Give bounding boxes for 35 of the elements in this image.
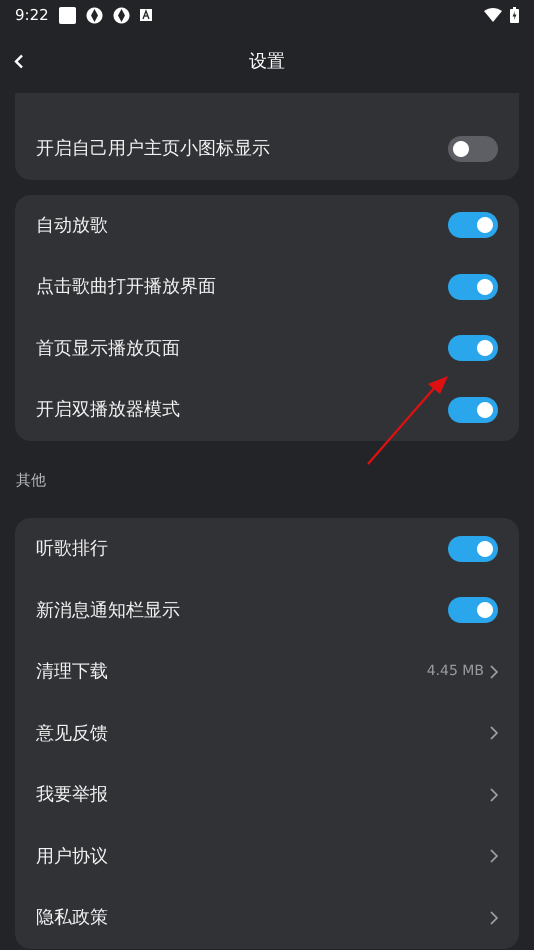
chevron-right-icon[interactable] (490, 726, 498, 740)
setting-label: 首页显示播放页面 (36, 336, 180, 361)
setting-label: 听歌排行 (36, 537, 108, 562)
toggle-switch[interactable] (448, 136, 498, 162)
notification-icon (58, 6, 76, 24)
page-title: 设置 (249, 50, 285, 74)
chevron-right-icon[interactable] (490, 910, 498, 925)
aperture-icon (112, 6, 130, 24)
section-header: 其他 (15, 470, 47, 490)
toggle-switch[interactable] (448, 536, 498, 562)
setting-value: 4.45 MB (426, 662, 484, 682)
setting-label: 开启自己用户主页小图标显示 (36, 137, 270, 162)
status-time: 9:22 (15, 4, 49, 26)
chevron-right-icon[interactable] (490, 664, 498, 679)
back-icon[interactable] (14, 54, 24, 69)
setting-label: 新消息通知栏显示 (36, 598, 180, 623)
setting-label: 用户协议 (36, 844, 108, 869)
setting-label: 我要举报 (36, 783, 108, 808)
battery-icon (510, 7, 519, 23)
aperture-icon (86, 6, 103, 24)
toggle-switch[interactable] (448, 212, 498, 238)
toggle-switch[interactable] (448, 335, 498, 362)
setting-label: 开启双播放器模式 (36, 398, 180, 422)
toggle-switch[interactable] (448, 396, 498, 423)
keyboard-icon (140, 9, 152, 21)
setting-label: 清理下载 (36, 660, 108, 684)
chevron-right-icon[interactable] (490, 788, 498, 802)
chevron-right-icon[interactable] (490, 849, 498, 864)
setting-label: 自动放歌 (36, 214, 108, 238)
setting-label: 点击歌曲打开播放界面 (36, 275, 216, 300)
toggle-switch[interactable] (448, 274, 498, 300)
wifi-icon (484, 8, 502, 22)
setting-label: 隐私政策 (36, 906, 108, 930)
setting-label: 意见反馈 (36, 722, 108, 746)
toggle-switch[interactable] (448, 597, 498, 624)
